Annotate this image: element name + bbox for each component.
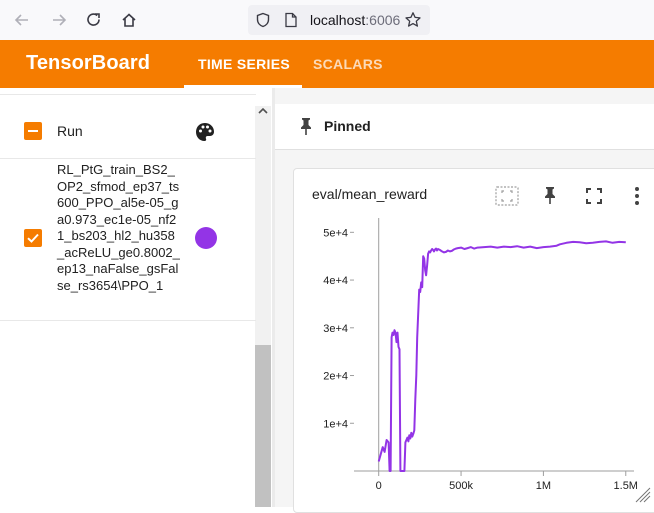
pin-icon (297, 116, 315, 136)
app-title[interactable]: TensorBoard (26, 52, 150, 75)
more-options-icon[interactable] (630, 185, 644, 207)
reward-line-chart[interactable]: 1e+4 2e+4 3e+4 4e+4 5e+4 0 500k 1M 1.5M (294, 218, 654, 507)
back-icon[interactable] (10, 8, 34, 32)
app-header: TensorBoard TIME SERIES SCALARS (0, 40, 654, 88)
y-tick-label: 4e+4 (323, 275, 348, 287)
fit-domain-icon[interactable] (495, 185, 519, 207)
sidebar-scrollbar-thumb[interactable] (255, 345, 271, 507)
x-tick-label: 500k (449, 480, 473, 492)
card-title: eval/mean_reward (312, 186, 428, 202)
divider (0, 94, 256, 95)
reload-icon[interactable] (82, 8, 106, 32)
url-host: localhost (310, 12, 366, 28)
page-icon (284, 12, 298, 33)
bookmark-star-icon[interactable] (404, 11, 422, 34)
select-all-runs-checkbox[interactable] (24, 122, 42, 140)
runs-sidebar (0, 88, 272, 507)
series-line[interactable] (377, 240, 626, 472)
browser-toolbar: localhost:6006 (0, 0, 654, 40)
runs-column-header: Run (57, 123, 83, 139)
scroll-up-arrow-icon[interactable] (256, 104, 270, 118)
pin-card-icon[interactable] (541, 185, 559, 205)
series-group (377, 240, 626, 472)
x-tick-label: 0 (376, 480, 382, 492)
y-tick-label: 2e+4 (323, 371, 348, 383)
url-port: :6006 (365, 12, 401, 28)
run-name: RL_PtG_train_BS2_OP2_sfmod_ep37_ts600_PP… (57, 162, 180, 293)
checkmark-icon (27, 233, 39, 243)
x-axis: 0 500k 1M 1.5M (376, 471, 638, 492)
address-bar[interactable]: localhost:6006 (248, 5, 430, 35)
y-axis: 1e+4 2e+4 3e+4 4e+4 5e+4 (323, 227, 354, 430)
palette-icon[interactable] (194, 121, 216, 143)
fullscreen-icon[interactable] (584, 186, 604, 206)
home-icon[interactable] (117, 8, 141, 32)
x-tick-label: 1M (536, 480, 551, 492)
tab-time-series[interactable]: TIME SERIES (198, 56, 290, 72)
y-tick-label: 3e+4 (323, 323, 348, 335)
tab-scalars[interactable]: SCALARS (313, 56, 383, 72)
resize-handle-icon[interactable] (635, 487, 651, 503)
x-tick-label: 1.5M (614, 480, 638, 492)
run-checkbox[interactable] (24, 229, 42, 247)
forward-icon[interactable] (47, 8, 71, 32)
indeterminate-icon (28, 130, 38, 132)
pinned-label: Pinned (324, 118, 371, 134)
y-tick-label: 5e+4 (323, 227, 348, 239)
run-color-swatch[interactable] (195, 227, 217, 249)
url-text[interactable]: localhost:6006 (310, 12, 400, 28)
shield-icon[interactable] (255, 12, 271, 33)
divider (0, 158, 256, 159)
divider (0, 320, 256, 321)
y-tick-label: 1e+4 (323, 418, 348, 430)
